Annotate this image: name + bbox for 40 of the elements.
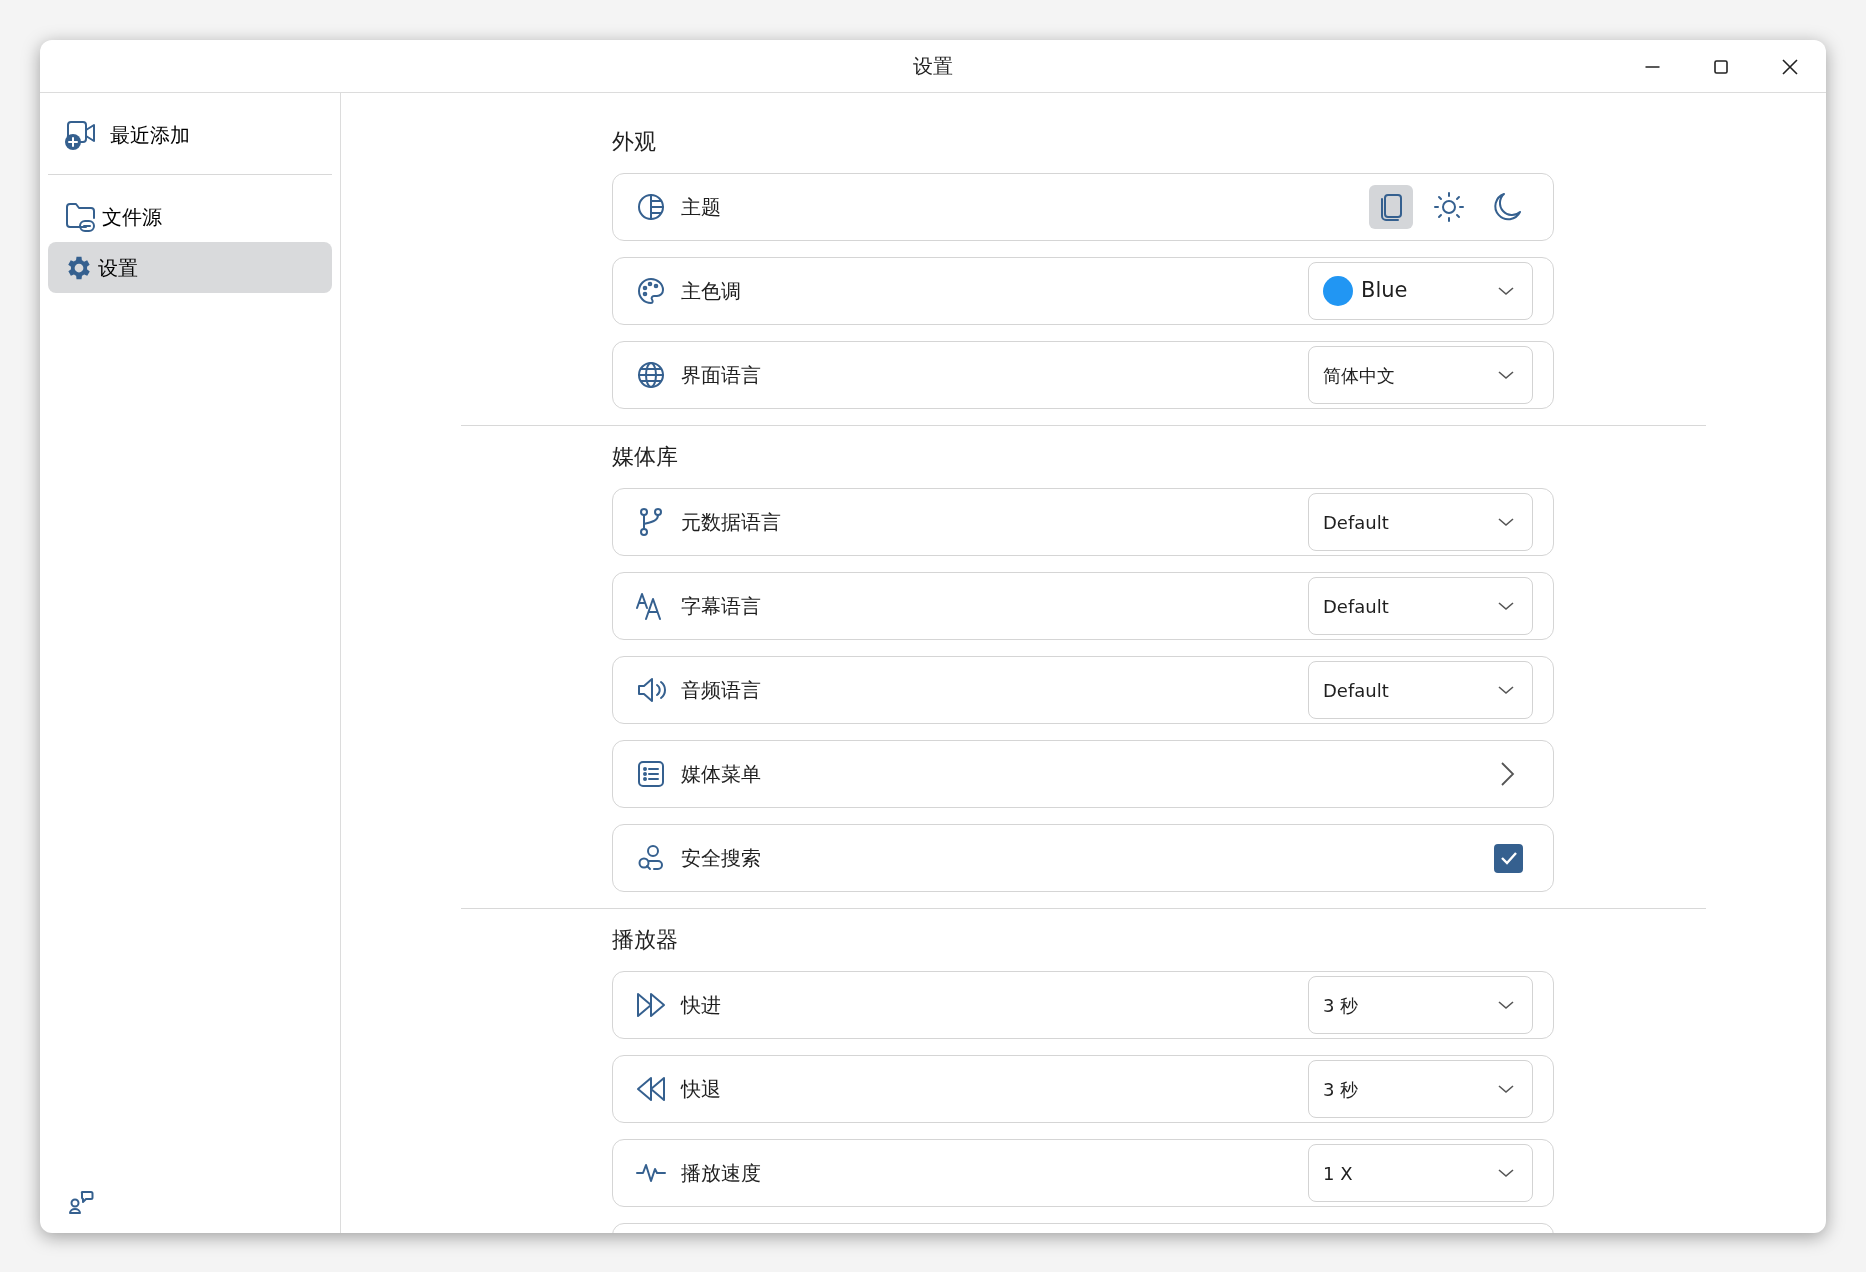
palette-icon — [635, 275, 667, 307]
dropdown[interactable]: Default — [1308, 493, 1533, 551]
people-chat-icon[interactable] — [68, 1189, 94, 1215]
sidebar-item[interactable]: 文件源 — [48, 191, 332, 242]
dropdown[interactable]: 简体中文 — [1308, 346, 1533, 404]
sidebar-item[interactable]: 最近添加 — [48, 109, 332, 160]
theme-option[interactable] — [1369, 185, 1413, 229]
list-icon — [635, 758, 667, 790]
setting-label: 元数据语言 — [681, 509, 781, 536]
dropdown[interactable]: 3 秒 — [1308, 976, 1533, 1034]
dropdown[interactable]: Default — [1308, 661, 1533, 719]
globe-icon — [635, 359, 667, 391]
section-heading: 媒体库 — [612, 443, 679, 471]
window-title: 设置 — [913, 53, 953, 80]
setting-label: 主色调 — [681, 278, 741, 305]
setting-label: 主题 — [681, 194, 721, 221]
close-icon — [1782, 59, 1798, 75]
folder-link-icon — [64, 200, 98, 233]
setting-label: 字幕语言 — [681, 593, 761, 620]
video-add-icon — [64, 118, 98, 151]
section-heading: 播放器 — [612, 926, 679, 954]
checkbox[interactable] — [1494, 843, 1523, 873]
setting-label: 媒体菜单 — [681, 761, 761, 788]
contrast-icon — [635, 191, 667, 223]
setting-label: 快进 — [681, 992, 721, 1019]
setting-label: 界面语言 — [681, 362, 761, 389]
dropdown[interactable]: 1 X — [1308, 1144, 1533, 1202]
moon-icon — [1491, 191, 1523, 223]
setting-label: 快退 — [681, 1076, 721, 1103]
maximize-icon — [1714, 60, 1728, 74]
dropdown[interactable]: Default — [1308, 577, 1533, 635]
dropdown[interactable]: 3 秒 — [1308, 1060, 1533, 1118]
dropdown[interactable]: Blue — [1308, 262, 1533, 320]
sidebar-item[interactable]: 设置 — [48, 242, 332, 293]
minimize-icon — [1644, 66, 1660, 68]
setting-label: 播放速度 — [681, 1160, 761, 1187]
setting-label: 音频语言 — [681, 677, 761, 704]
sun-icon — [1433, 191, 1465, 223]
setting-label: 安全搜索 — [681, 845, 761, 872]
section-heading: 外观 — [612, 128, 657, 156]
